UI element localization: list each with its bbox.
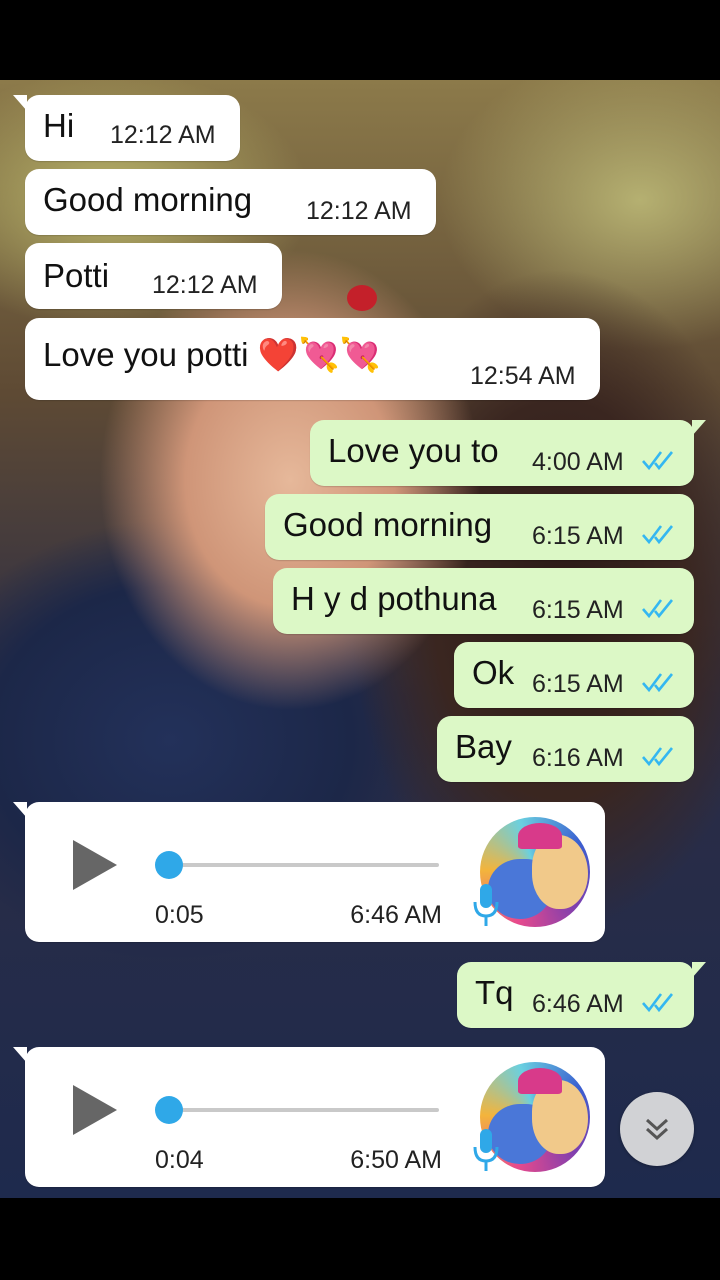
message-incoming[interactable]: Love you potti ❤️💘💘 12:54 AM bbox=[25, 318, 600, 400]
double-check-icon bbox=[642, 747, 674, 767]
double-check-icon bbox=[642, 451, 674, 471]
message-text: Good morning bbox=[283, 506, 493, 543]
message-time: 6:15 AM bbox=[532, 596, 624, 624]
message-outgoing[interactable]: Love you to 4:00 AM bbox=[310, 420, 706, 486]
chat-area[interactable]: Hi 12:12 AM Good morning 12:12 AM Potti … bbox=[0, 80, 720, 1198]
message-text: Bay bbox=[455, 728, 512, 765]
voice-time: 6:46 AM bbox=[350, 901, 442, 929]
double-check-icon bbox=[642, 673, 674, 693]
message-time: 6:15 AM bbox=[532, 522, 624, 550]
voice-duration: 0:04 bbox=[155, 1146, 204, 1174]
double-check-icon bbox=[642, 525, 674, 545]
voice-message[interactable]: 0:04 6:50 AM bbox=[13, 1047, 605, 1187]
voice-message[interactable]: 0:05 6:46 AM bbox=[13, 802, 605, 942]
message-text: Potti bbox=[43, 257, 110, 294]
message-outgoing[interactable]: Good morning 6:15 AM bbox=[265, 494, 694, 560]
double-check-icon bbox=[642, 599, 674, 619]
voice-progress-track[interactable] bbox=[165, 1108, 439, 1112]
message-text: Tq bbox=[475, 974, 514, 1011]
message-incoming[interactable]: Good morning 12:12 AM bbox=[25, 169, 436, 235]
message-time: 12:12 AM bbox=[306, 197, 412, 225]
message-outgoing[interactable]: Ok 6:15 AM bbox=[454, 642, 694, 708]
message-text: Good morning bbox=[43, 181, 253, 218]
microphone-icon bbox=[473, 884, 499, 926]
message-incoming[interactable]: Potti 12:12 AM bbox=[25, 243, 282, 309]
voice-seek-handle[interactable] bbox=[155, 1096, 183, 1124]
double-check-icon bbox=[642, 993, 674, 1013]
wallpaper-detail bbox=[347, 285, 377, 311]
message-text: Love you potti ❤️💘💘 bbox=[43, 336, 381, 373]
message-incoming[interactable]: Hi 12:12 AM bbox=[13, 95, 240, 161]
scroll-down-button[interactable] bbox=[620, 1092, 694, 1166]
message-text: Hi bbox=[43, 107, 75, 144]
message-time: 6:16 AM bbox=[532, 744, 624, 772]
voice-seek-handle[interactable] bbox=[155, 851, 183, 879]
message-outgoing[interactable]: Tq 6:46 AM bbox=[457, 962, 706, 1028]
message-outgoing[interactable]: H y d pothuna 6:15 AM bbox=[273, 568, 694, 634]
message-time: 12:54 AM bbox=[470, 362, 576, 390]
voice-time: 6:50 AM bbox=[350, 1146, 442, 1174]
message-time: 6:15 AM bbox=[532, 670, 624, 698]
voice-progress-track[interactable] bbox=[165, 863, 439, 867]
message-time: 12:12 AM bbox=[152, 271, 258, 299]
message-text: H y d pothuna bbox=[291, 580, 497, 617]
microphone-icon bbox=[473, 1129, 499, 1171]
message-text: Love you to bbox=[328, 432, 499, 469]
play-icon[interactable] bbox=[73, 840, 117, 890]
message-text: Ok bbox=[472, 654, 515, 691]
double-chevron-down-icon bbox=[645, 1118, 669, 1141]
message-time: 12:12 AM bbox=[110, 121, 216, 149]
message-time: 4:00 AM bbox=[532, 448, 624, 476]
voice-duration: 0:05 bbox=[155, 901, 204, 929]
play-icon[interactable] bbox=[73, 1085, 117, 1135]
message-outgoing[interactable]: Bay 6:16 AM bbox=[437, 716, 694, 782]
message-time: 6:46 AM bbox=[532, 990, 624, 1018]
